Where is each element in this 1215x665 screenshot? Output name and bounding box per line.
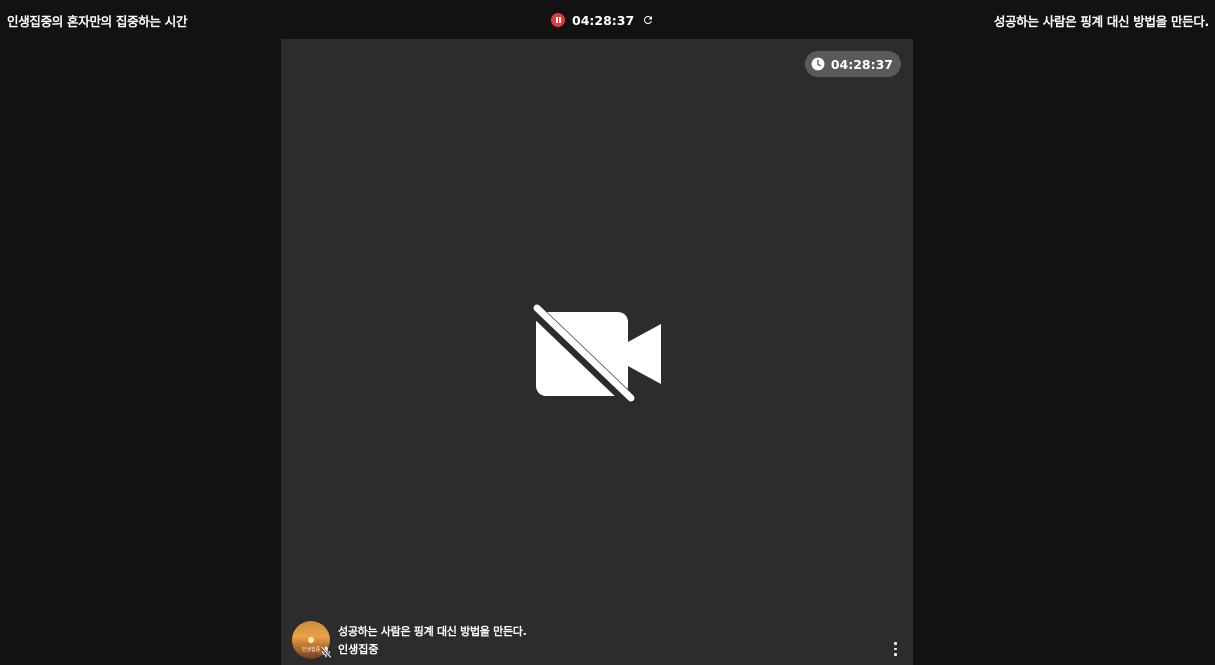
- top-bar: 인생집중의 혼자만의 집중하는 시간 04:28:37 성공하는 사람은 핑계 …: [0, 0, 1215, 39]
- session-time: 04:28:37: [572, 12, 635, 28]
- participant-name: 인생집중: [338, 643, 379, 656]
- session-timer: 04:28:37: [551, 11, 654, 29]
- refresh-icon[interactable]: [642, 14, 654, 26]
- room-motto: 성공하는 사람은 핑계 대신 방법을 만든다.: [993, 14, 1209, 29]
- video-off-icon: [531, 304, 661, 406]
- pause-icon[interactable]: [551, 13, 565, 27]
- clock-icon: [811, 57, 825, 71]
- room-title: 인생집중의 혼자만의 집중하는 시간: [7, 14, 188, 29]
- video-tile[interactable]: 04:28:37 인생집중 성공하는 사람은 핑계 대신 방법을 만든다. 인생…: [281, 39, 913, 665]
- more-vertical-icon[interactable]: [891, 641, 899, 657]
- badge-time: 04:28:37: [830, 56, 893, 72]
- participant-time-badge: 04:28:37: [804, 51, 901, 77]
- mic-off-icon: [320, 645, 332, 659]
- participant-status-message: 성공하는 사람은 핑계 대신 방법을 만든다.: [338, 625, 527, 638]
